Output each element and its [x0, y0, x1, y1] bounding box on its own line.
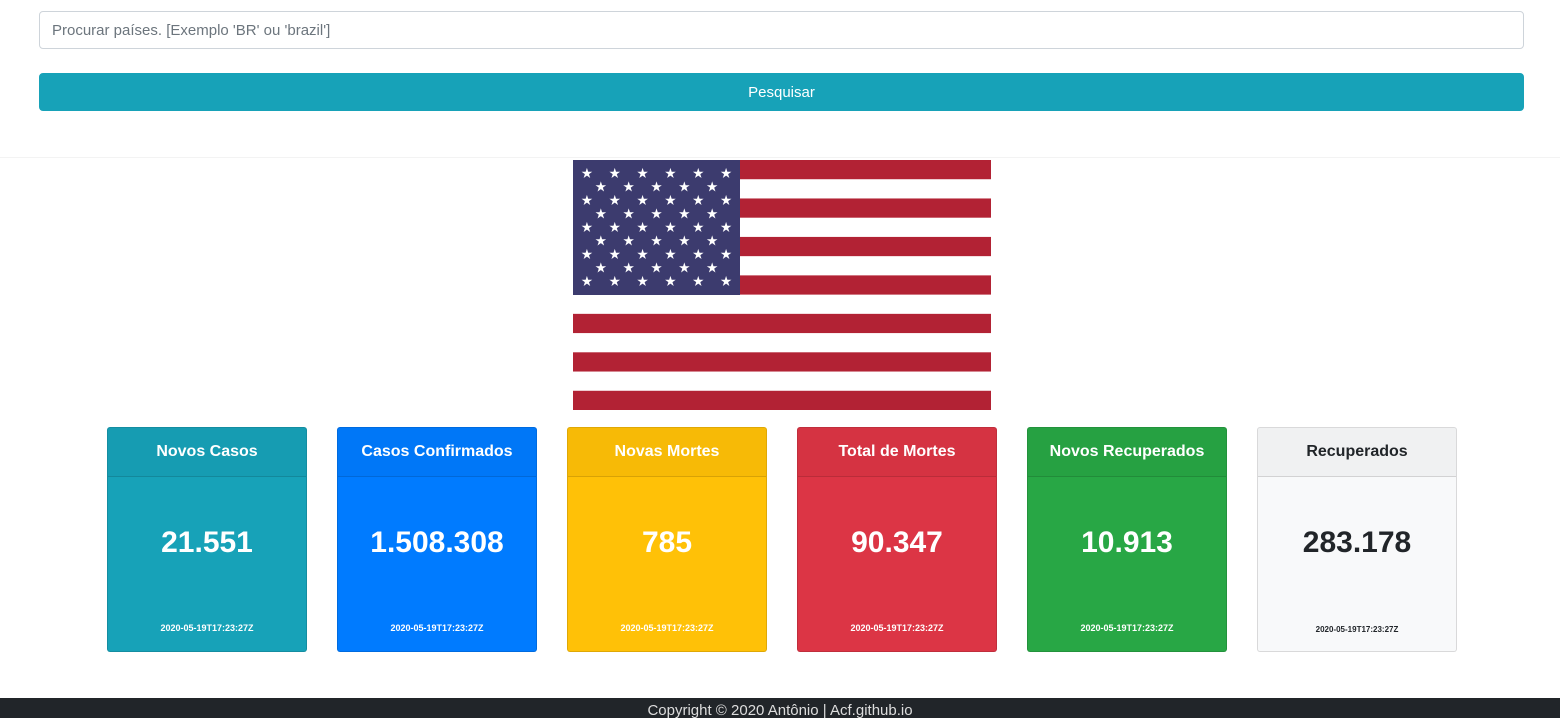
card-novos-casos: Novos Casos 21.551 2020-05-19T17:23:27Z: [107, 427, 307, 652]
card-title: Casos Confirmados: [338, 428, 536, 477]
card-total-de-mortes: Total de Mortes 90.347 2020-05-19T17:23:…: [797, 427, 997, 652]
search-section: Pesquisar: [0, 0, 1560, 158]
card-date: 2020-05-19T17:23:27Z: [850, 623, 944, 633]
footer: Copyright © 2020 Antônio | Acf.github.io: [0, 698, 1560, 718]
card-title: Recuperados: [1258, 428, 1456, 477]
card-value: 10.913: [1081, 526, 1173, 559]
card-title: Total de Mortes: [798, 428, 996, 477]
card-novas-mortes: Novas Mortes 785 2020-05-19T17:23:27Z: [567, 427, 767, 652]
card-recuperados: Recuperados 283.178 2020-05-19T17:23:27Z: [1257, 427, 1457, 652]
country-flag-image: [573, 160, 991, 410]
card-value: 785: [641, 526, 693, 559]
search-input[interactable]: [39, 11, 1524, 49]
copyright-text: Copyright © 2020 Antônio | Acf.github.io: [647, 702, 913, 718]
card-novos-recuperados: Novos Recuperados 10.913 2020-05-19T17:2…: [1027, 427, 1227, 652]
card-date: 2020-05-19T17:23:27Z: [1080, 623, 1174, 633]
card-title: Novos Casos: [108, 428, 306, 477]
card-casos-confirmados: Casos Confirmados 1.508.308 2020-05-19T1…: [337, 427, 537, 652]
card-value: 1.508.308: [370, 526, 504, 559]
card-title: Novas Mortes: [568, 428, 766, 477]
card-date: 2020-05-19T17:23:27Z: [1315, 625, 1399, 634]
card-value: 283.178: [1302, 526, 1412, 559]
card-value: 21.551: [161, 526, 253, 559]
card-date: 2020-05-19T17:23:27Z: [620, 623, 714, 633]
card-date: 2020-05-19T17:23:27Z: [160, 623, 254, 633]
card-date: 2020-05-19T17:23:27Z: [390, 623, 484, 633]
card-title: Novos Recuperados: [1028, 428, 1226, 477]
card-value: 90.347: [851, 526, 943, 559]
search-button[interactable]: Pesquisar: [39, 73, 1524, 111]
